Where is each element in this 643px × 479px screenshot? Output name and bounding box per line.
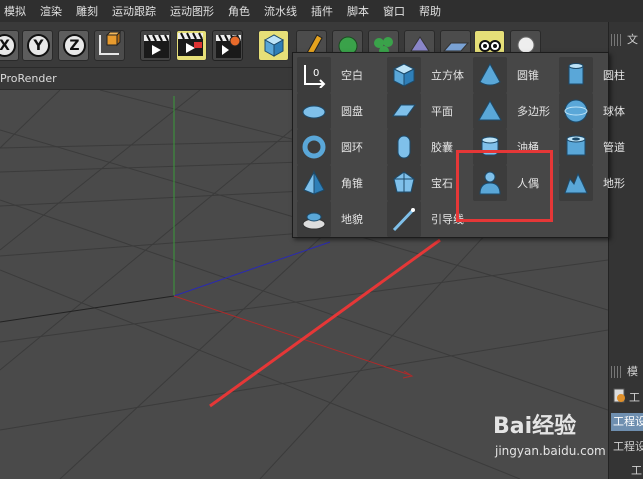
viewport-renderer-label: ProRender: [0, 72, 57, 85]
panel-grip-icon: [611, 366, 623, 378]
palette-label-cube: 立方体: [431, 69, 464, 82]
watermark-logo: Bai经验: [493, 414, 577, 439]
baidu-jingyan-watermark: Bai经验 jingyan.baidu.com: [493, 408, 638, 474]
plane-icon: [387, 93, 421, 129]
z-axis-lock-button[interactable]: Z: [58, 30, 89, 61]
clapperboard-icon: [178, 32, 203, 56]
menu-bar: 模拟 渲染 雕刻 运动跟踪 运动图形 角色 流水线 插件 脚本 窗口 帮助: [0, 0, 643, 22]
y-axis-label: Y: [27, 34, 50, 57]
x-axis-label: X: [0, 34, 16, 57]
sphere-icon: [559, 93, 593, 129]
landscape-icon: [297, 201, 331, 237]
render-view-button[interactable]: [140, 30, 171, 61]
svg-text:0: 0: [313, 68, 319, 79]
palette-label-tube: 管道: [603, 141, 625, 154]
x-axis-lock-button[interactable]: X: [0, 30, 19, 61]
annotation-highlight-box: [456, 150, 553, 222]
palette-label-capsule: 胶囊: [431, 141, 453, 154]
menu-character[interactable]: 角色: [228, 3, 250, 19]
object-palette-popup: 0 空白 圆盘 圆环 角锥 地貌 立方体 平面 胶囊 宝石 引导线 圆锥 多边形…: [292, 52, 625, 238]
capsule-icon: [387, 129, 421, 165]
pyramid-icon: [297, 165, 331, 201]
palette-label-pyramid: 角锥: [341, 177, 363, 190]
gem-icon: [387, 165, 421, 201]
palette-label-terrain: 地形: [603, 177, 625, 190]
cylinder-icon: [559, 57, 593, 93]
terrain-icon: [559, 165, 593, 201]
palette-label-disc: 圆盘: [341, 105, 363, 118]
coordinate-system-icon: [99, 30, 122, 55]
palette-label-torus: 圆环: [341, 141, 363, 154]
cube-icon: [263, 34, 285, 57]
mode-tab[interactable]: 模: [627, 363, 638, 379]
project-label: 工: [629, 391, 640, 404]
clapperboard-gear-icon: [216, 34, 241, 58]
y-axis-lock-button[interactable]: Y: [22, 30, 53, 61]
watermark-url: jingyan.baidu.com: [495, 444, 606, 458]
menu-script[interactable]: 脚本: [347, 3, 369, 19]
palette-label-gem: 宝石: [431, 177, 453, 190]
palette-label-null: 空白: [341, 69, 363, 82]
palette-label-plane: 平面: [431, 105, 453, 118]
menu-help[interactable]: 帮助: [419, 3, 441, 19]
menu-plugins[interactable]: 插件: [311, 3, 333, 19]
torus-icon: [297, 129, 331, 165]
render-settings-button[interactable]: [212, 30, 243, 61]
menu-pipeline[interactable]: 流水线: [264, 3, 297, 19]
menu-window[interactable]: 窗口: [383, 3, 405, 19]
null-object-icon: 0: [297, 57, 331, 93]
cone-icon: [473, 57, 507, 93]
project-gear-icon: [613, 388, 625, 403]
file-tab[interactable]: 文: [627, 31, 638, 47]
render-to-picture-viewer-button[interactable]: [176, 30, 207, 61]
guide-icon: [387, 201, 421, 237]
tube-icon: [559, 129, 593, 165]
menu-sculpt[interactable]: 雕刻: [76, 3, 98, 19]
cube-icon: [387, 57, 421, 93]
palette-label-sphere: 球体: [603, 105, 625, 118]
menu-mograph[interactable]: 运动图形: [170, 3, 214, 19]
palette-label-polygon: 多边形: [517, 105, 550, 118]
coordinate-system-button[interactable]: [94, 30, 125, 61]
z-axis-label: Z: [63, 34, 86, 57]
palette-label-cone: 圆锥: [517, 69, 539, 82]
menu-simulate[interactable]: 模拟: [4, 3, 26, 19]
menu-motion-tracking[interactable]: 运动跟踪: [112, 3, 156, 19]
palette-label-landscape: 地貌: [341, 213, 363, 226]
clapperboard-icon: [144, 34, 169, 58]
palette-label-cylinder: 圆柱: [603, 69, 625, 82]
cube-primitive-button[interactable]: [258, 30, 289, 61]
polygon-icon: [473, 93, 507, 129]
disc-icon: [297, 93, 331, 129]
panel-grip-icon: [611, 34, 623, 46]
menu-render[interactable]: 渲染: [40, 3, 62, 19]
